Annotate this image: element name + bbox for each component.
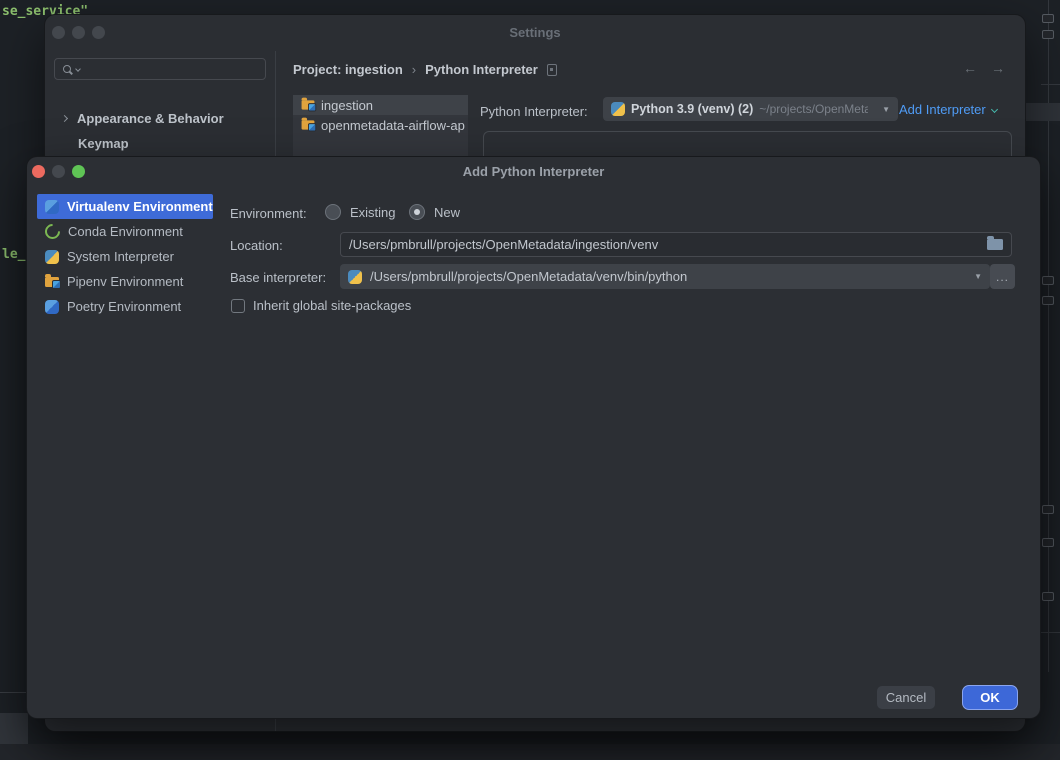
radio-selected-icon — [409, 204, 425, 220]
editor-tick — [1041, 84, 1060, 85]
add-dialog-title: Add Python Interpreter — [27, 164, 1040, 179]
checkbox-icon — [231, 299, 245, 313]
fold-marker-icon — [1042, 30, 1054, 39]
pipenv-folder-icon — [45, 277, 59, 287]
forward-arrow-icon[interactable]: → — [991, 60, 1005, 76]
settings-page-icon — [547, 64, 557, 76]
breadcrumb: Project: ingestion › Python Interpreter — [293, 62, 557, 77]
python-icon — [611, 102, 625, 116]
breadcrumb-project[interactable]: Project: ingestion — [293, 62, 403, 77]
radio-icon — [325, 204, 341, 220]
back-arrow-icon[interactable]: ← — [963, 60, 977, 76]
interpreter-dropdown[interactable]: Python 3.9 (venv) (2) ~/projects/OpenMet… — [603, 97, 898, 121]
conda-icon — [42, 221, 63, 242]
sidebar-item-pipenv[interactable]: Pipenv Environment — [37, 269, 213, 294]
sidebar-item-keymap[interactable]: Keymap — [78, 135, 129, 153]
virtualenv-python-icon — [45, 200, 59, 214]
settings-search-input[interactable] — [54, 58, 266, 80]
base-interpreter-label: Base interpreter: — [230, 270, 326, 285]
editor-tick — [1041, 632, 1060, 633]
project-folder-icon — [302, 120, 315, 129]
location-input[interactable]: /Users/pmbrull/projects/OpenMetadata/ing… — [340, 232, 1012, 257]
more-options-button[interactable]: ... — [990, 264, 1015, 289]
sidebar-item-poetry[interactable]: Poetry Environment — [37, 294, 213, 319]
inherit-site-packages-checkbox[interactable]: Inherit global site-packages — [231, 298, 411, 313]
sidebar-item-virtualenv[interactable]: Virtualenv Environment — [37, 194, 213, 219]
cancel-button[interactable]: Cancel — [877, 686, 935, 709]
python-interpreter-label: Python Interpreter: — [480, 104, 588, 119]
radio-new[interactable]: New — [409, 204, 460, 220]
browse-folder-icon[interactable] — [987, 239, 1003, 250]
chevron-right-icon — [61, 115, 68, 122]
search-icon — [63, 65, 71, 73]
statusbar-band — [0, 744, 1060, 760]
fold-marker-icon — [1042, 276, 1054, 285]
poetry-python-icon — [45, 300, 59, 314]
sidebar-item-appearance-behavior[interactable]: Appearance & Behavior — [62, 111, 224, 126]
environment-label: Environment: — [230, 206, 307, 221]
add-interpreter-link[interactable]: Add Interpreter — [899, 102, 997, 117]
fold-marker-icon — [1042, 14, 1054, 23]
python-icon — [348, 270, 362, 284]
sidebar-item-system[interactable]: System Interpreter — [37, 244, 213, 269]
dropdown-arrow-icon: ▼ — [874, 105, 898, 114]
interpreter-type-list: Virtualenv Environment Conda Environment… — [37, 194, 213, 319]
add-interpreter-dialog: Add Python Interpreter Virtualenv Enviro… — [27, 157, 1040, 718]
fold-marker-icon — [1042, 505, 1054, 514]
statusbar-fragment — [0, 713, 28, 744]
dropdown-arrow-icon: ▼ — [966, 272, 990, 281]
statusbar-divider — [0, 692, 28, 693]
search-history-chevron-icon — [75, 66, 81, 72]
fold-marker-icon — [1042, 296, 1054, 305]
breadcrumb-separator: › — [412, 62, 416, 77]
breadcrumb-page: Python Interpreter — [425, 62, 538, 77]
base-interpreter-dropdown[interactable]: /Users/pmbrull/projects/OpenMetadata/ven… — [340, 264, 990, 289]
settings-dialog-title: Settings — [45, 25, 1025, 40]
sidebar-item-conda[interactable]: Conda Environment — [37, 219, 213, 244]
location-label: Location: — [230, 238, 283, 253]
editor-highlight-band — [1026, 103, 1060, 121]
project-folder-icon — [302, 100, 315, 109]
python-icon — [45, 250, 59, 264]
chevron-down-icon — [991, 106, 998, 113]
radio-existing[interactable]: Existing — [325, 204, 396, 220]
editor-gutter-line — [1048, 0, 1049, 672]
nav-arrows: ← → — [963, 60, 1005, 76]
ok-button[interactable]: OK — [962, 685, 1018, 710]
fold-marker-icon — [1042, 592, 1054, 601]
project-list-item[interactable]: ingestion — [293, 95, 468, 115]
screen: se_service" le_d 298 Settings Appearance… — [0, 0, 1060, 760]
fold-marker-icon — [1042, 538, 1054, 547]
project-list-item[interactable]: openmetadata-airflow-ap — [293, 115, 468, 135]
